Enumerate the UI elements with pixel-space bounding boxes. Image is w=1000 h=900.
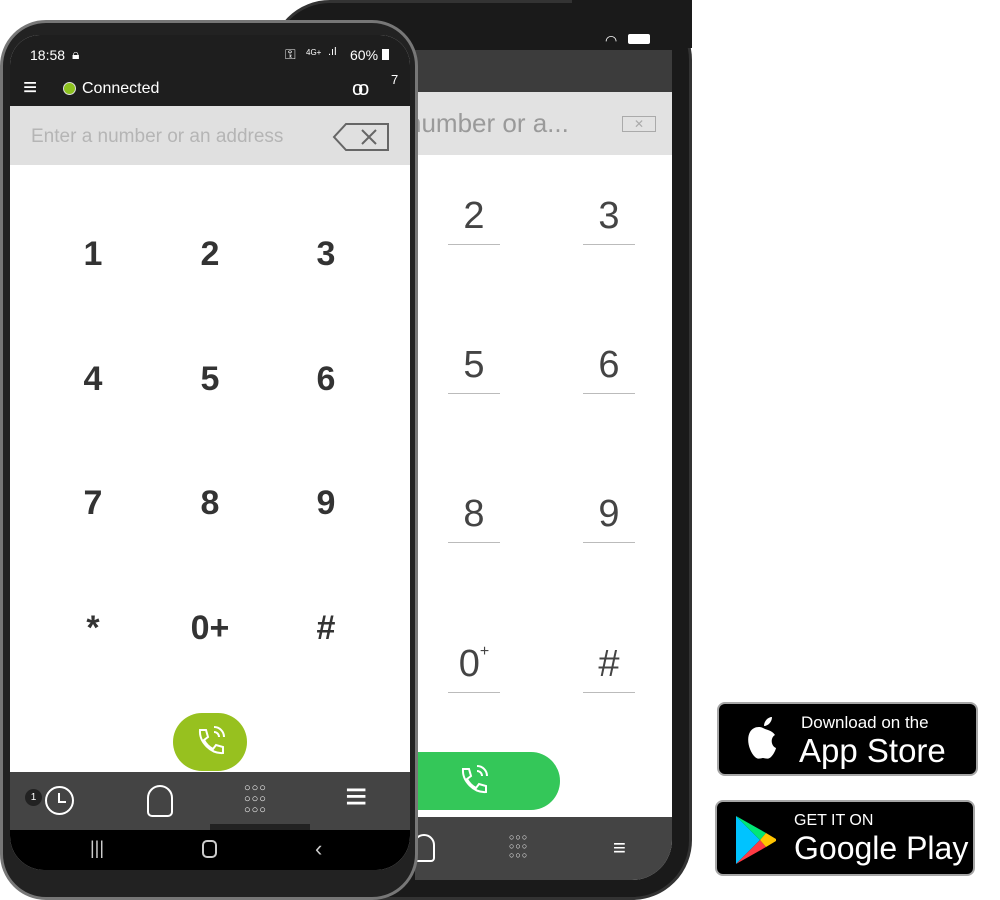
app-header: ≡ Connected oo 7: [10, 72, 410, 106]
phone-icon: [461, 765, 488, 794]
key-8[interactable]: 8: [448, 493, 500, 543]
backspace-icon[interactable]: ✕: [622, 116, 656, 132]
key-5[interactable]: 5: [180, 360, 240, 399]
home-icon[interactable]: [202, 840, 217, 858]
google-play-small: GET IT ON: [794, 812, 874, 829]
system-nav-bar: ||| ‹: [10, 830, 410, 870]
backspace-icon[interactable]: [332, 122, 390, 152]
wifi-icon: ◠: [605, 32, 618, 48]
key-9[interactable]: 9: [583, 493, 635, 543]
connection-status: Connected: [82, 80, 160, 97]
key-hash[interactable]: #: [583, 643, 635, 693]
key-0-label: 0: [458, 643, 480, 685]
key-2[interactable]: 2: [180, 235, 240, 274]
key-0[interactable]: 0+: [448, 643, 500, 693]
back-bottom-nav: ○○○ ○○○ ○○○ ≡: [415, 817, 672, 880]
call-button[interactable]: [173, 713, 247, 771]
google-play-badge[interactable]: GET IT ON Google Play: [715, 800, 975, 876]
key-1[interactable]: 1: [63, 235, 123, 274]
google-play-icon: [736, 816, 776, 864]
key-hash[interactable]: #: [296, 609, 356, 648]
signal-icon: .ıl: [328, 46, 337, 58]
key-6[interactable]: 6: [296, 360, 356, 399]
number-input-placeholder: Enter a number or an address: [31, 126, 284, 147]
back-icon[interactable]: ‹: [315, 836, 322, 862]
apple-icon: [748, 717, 776, 759]
status-time: 18:58: [30, 47, 66, 63]
battery-icon: [382, 49, 389, 60]
battery-level: 60%: [350, 47, 379, 63]
status-bar: 18:58 🔒︎ ⚿ 4G+ .ıl 60%: [10, 35, 410, 72]
phone-icon: [198, 726, 225, 755]
key-star[interactable]: *: [63, 609, 123, 648]
battery-icon: [628, 34, 650, 44]
key-9[interactable]: 9: [296, 484, 356, 523]
menu-icon[interactable]: ≡: [613, 835, 626, 861]
voicemail-count: 7: [391, 72, 399, 87]
connection-status-dot: [63, 82, 76, 95]
app-store-badge[interactable]: Download on the App Store: [717, 702, 978, 776]
keypad-icon[interactable]: ○○○ ○○○ ○○○: [244, 783, 267, 816]
vpn-key-icon: ⚿: [285, 46, 296, 62]
key-2[interactable]: 2: [448, 195, 500, 245]
key-3[interactable]: 3: [296, 235, 356, 274]
back-phone-screen: number or a... ✕ 2 3 5 6 8 9 0+ # ○○○ ○○○…: [415, 50, 672, 880]
google-play-large: Google Play: [794, 830, 969, 866]
back-header: [415, 50, 672, 92]
hamburger-menu-icon[interactable]: ≡: [23, 76, 37, 100]
menu-icon[interactable]: ≡: [345, 775, 367, 819]
history-icon[interactable]: [45, 786, 74, 815]
key-3[interactable]: 3: [583, 195, 635, 245]
back-input-placeholder: number or a...: [415, 108, 569, 138]
back-number-input[interactable]: number or a... ✕: [415, 92, 672, 155]
key-5[interactable]: 5: [448, 344, 500, 394]
app-store-small: Download on the: [801, 713, 929, 732]
back-call-button[interactable]: [415, 752, 560, 810]
recent-apps-icon[interactable]: |||: [90, 838, 104, 859]
network-type: 4G+: [306, 48, 322, 57]
key-7[interactable]: 7: [63, 484, 123, 523]
bottom-nav: 1 ○○○ ○○○ ○○○ ≡: [10, 772, 410, 830]
history-badge: 1: [25, 789, 42, 806]
key-0-plus: +: [479, 643, 490, 660]
keypad-icon[interactable]: ○○○ ○○○ ○○○: [509, 833, 528, 860]
app-store-large: App Store: [799, 732, 946, 769]
front-phone-screen: 18:58 🔒︎ ⚿ 4G+ .ıl 60% ≡ Connected oo 7 …: [10, 35, 410, 870]
key-8[interactable]: 8: [180, 484, 240, 523]
contacts-icon[interactable]: [415, 834, 435, 862]
contacts-icon[interactable]: [147, 785, 173, 817]
lock-icon: 🔒︎: [72, 46, 80, 62]
number-input[interactable]: Enter a number or an address: [10, 106, 410, 165]
voicemail-icon[interactable]: oo: [352, 78, 369, 101]
key-4[interactable]: 4: [63, 360, 123, 399]
key-6[interactable]: 6: [583, 344, 635, 394]
key-0[interactable]: 0+: [180, 609, 240, 648]
